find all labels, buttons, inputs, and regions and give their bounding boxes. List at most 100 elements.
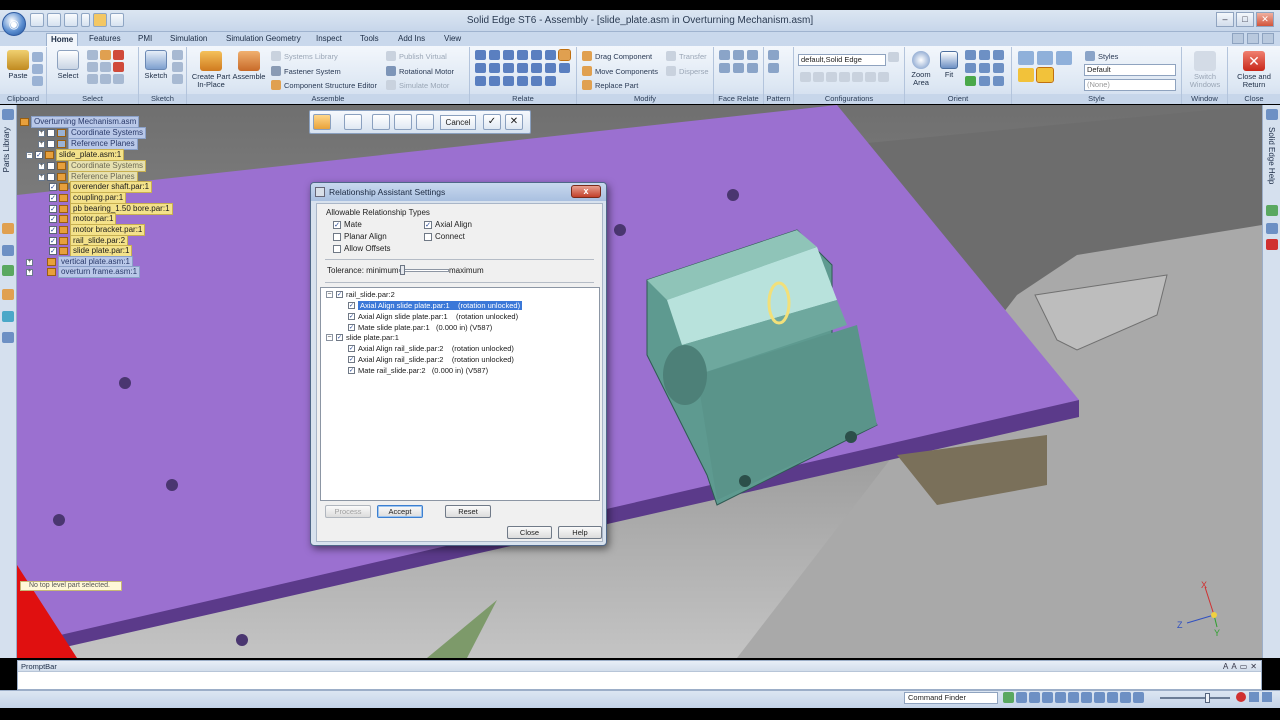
rotate-icon[interactable]: [965, 63, 976, 73]
help-icon[interactable]: [1247, 33, 1259, 44]
help-button[interactable]: Help: [558, 526, 602, 539]
tolerance-slider-track[interactable]: [399, 269, 449, 272]
pathfinder-tab-icon[interactable]: [2, 109, 14, 120]
face-relate-2-icon[interactable]: [733, 50, 744, 60]
config-5-icon[interactable]: [852, 72, 863, 82]
expand-icon[interactable]: +: [26, 268, 33, 276]
tab-home[interactable]: Home: [46, 33, 79, 46]
status-5-icon[interactable]: [1055, 692, 1066, 703]
checkbox[interactable]: [47, 162, 55, 170]
zoom-slider-track[interactable]: [1160, 697, 1230, 699]
connect-checkbox[interactable]: Connect: [424, 232, 465, 241]
list-icon[interactable]: [344, 114, 362, 130]
close-button[interactable]: Close: [507, 526, 552, 539]
select-tool-7-icon[interactable]: [87, 74, 98, 84]
youtube-icon[interactable]: [1266, 239, 1278, 250]
left-tool-1-icon[interactable]: [2, 223, 14, 234]
face-relate-3-icon[interactable]: [747, 50, 758, 60]
maximize-button[interactable]: □: [1236, 12, 1254, 27]
left-tool-4-icon[interactable]: [2, 289, 14, 300]
list-group[interactable]: – ✓ slide plate.par:1: [326, 333, 399, 342]
face-relate-4-icon[interactable]: [719, 63, 730, 73]
path-icon[interactable]: [475, 76, 486, 86]
close-x-icon[interactable]: ✕: [505, 114, 523, 130]
relate-icon-19[interactable]: [531, 76, 542, 86]
copy-icon[interactable]: [32, 64, 43, 74]
ground-icon[interactable]: [559, 63, 570, 73]
status-9-icon[interactable]: [1107, 692, 1118, 703]
command-finder-input[interactable]: Command Finder: [904, 692, 998, 704]
config-1-icon[interactable]: [800, 72, 811, 82]
fit-button[interactable]: Fit: [937, 51, 961, 79]
select-tool-8-icon[interactable]: [100, 74, 111, 84]
config-4-icon[interactable]: [839, 72, 850, 82]
pan-icon[interactable]: [979, 50, 990, 60]
status-end2-icon[interactable]: [1262, 692, 1272, 702]
publish-virtual-button[interactable]: Publish Virtual: [386, 51, 447, 61]
axial-align-icon[interactable]: [503, 50, 514, 60]
zoom-slider-thumb[interactable]: [1205, 693, 1210, 703]
planar-align-checkbox[interactable]: Planar Align: [333, 232, 387, 241]
select-tool-4-icon[interactable]: [87, 62, 98, 72]
checkbox[interactable]: [47, 173, 55, 181]
accept-button[interactable]: Accept: [377, 505, 423, 518]
config-3-icon[interactable]: [826, 72, 837, 82]
expand-icon[interactable]: +: [38, 140, 45, 148]
expand-icon[interactable]: +: [38, 129, 45, 137]
left-tool-5-icon[interactable]: [2, 311, 14, 322]
record-icon[interactable]: [1236, 692, 1246, 702]
select-tool-6-icon[interactable]: [113, 62, 124, 72]
simulate-motor-button[interactable]: Simulate Motor: [386, 80, 449, 90]
list-item[interactable]: ✓ Mate rail_slide.par:2 (0.000 in) (V587): [348, 366, 488, 375]
list-group[interactable]: – ✓ rail_slide.par:2: [326, 290, 395, 299]
orient-8-icon[interactable]: [979, 76, 990, 86]
insert-icon[interactable]: [517, 50, 528, 60]
tree-node[interactable]: + overturn frame.asm:1: [26, 266, 141, 278]
prompt-close-icon[interactable]: ✕: [1250, 662, 1257, 671]
list-item[interactable]: ✓ Axial Align slide plate.par:1 (rotation…: [348, 301, 523, 310]
ribbon-minimize-icon[interactable]: [1262, 33, 1274, 44]
relate-icon-20[interactable]: [545, 76, 556, 86]
replace-part-button[interactable]: Replace Part: [582, 80, 638, 90]
tab-view[interactable]: View: [440, 33, 465, 46]
select-tool-2-icon[interactable]: [100, 50, 111, 60]
configuration-combo[interactable]: default,Solid Edge: [798, 54, 886, 66]
select-tool-9-icon[interactable]: [113, 74, 124, 84]
close-and-return-button[interactable]: ✕ Close and Return: [1232, 51, 1276, 89]
help-pane-icon[interactable]: [1266, 109, 1278, 120]
axial-align-checkbox[interactable]: ✓ Axial Align: [424, 220, 472, 229]
parallel-icon[interactable]: [517, 63, 528, 73]
shaded-cube-icon[interactable]: [1018, 51, 1034, 65]
list-item[interactable]: ✓ Axial Align slide plate.par:1 (rotation…: [348, 312, 518, 321]
part-select-icon[interactable]: [372, 114, 390, 130]
rigid-set-icon[interactable]: [489, 76, 500, 86]
cut-icon[interactable]: [32, 52, 43, 62]
status-1-icon[interactable]: [1003, 692, 1014, 703]
mate-icon[interactable]: [475, 50, 486, 60]
status-3-icon[interactable]: [1029, 692, 1040, 703]
dialog-close-button[interactable]: x: [571, 185, 601, 198]
checkbox[interactable]: [47, 129, 55, 137]
dock-icon[interactable]: ▭: [1240, 662, 1248, 671]
tab-simulation[interactable]: Simulation: [166, 33, 211, 46]
look-at-icon[interactable]: [993, 63, 1004, 73]
tab-features[interactable]: Features: [85, 33, 125, 46]
active-style-cube-icon[interactable]: [1036, 67, 1054, 83]
settings-icon[interactable]: [416, 114, 434, 130]
collapse-icon[interactable]: –: [326, 334, 333, 341]
status-8-icon[interactable]: [1094, 692, 1105, 703]
switch-windows-button[interactable]: Switch Windows: [1186, 51, 1224, 89]
checkbox[interactable]: ✓: [49, 194, 57, 202]
status-10-icon[interactable]: [1120, 692, 1131, 703]
angle-icon[interactable]: [545, 50, 556, 60]
systems-library-button[interactable]: Systems Library: [271, 51, 338, 61]
expand-icon[interactable]: +: [38, 173, 45, 181]
cam-icon[interactable]: [489, 63, 500, 73]
styles-button[interactable]: Styles: [1085, 51, 1118, 61]
center-plane-icon[interactable]: [545, 63, 556, 73]
sketch-tool-1-icon[interactable]: [172, 50, 183, 60]
tolerance-slider-thumb[interactable]: [400, 265, 405, 275]
status-2-icon[interactable]: [1016, 692, 1027, 703]
tab-tools[interactable]: Tools: [356, 33, 383, 46]
status-4-icon[interactable]: [1042, 692, 1053, 703]
